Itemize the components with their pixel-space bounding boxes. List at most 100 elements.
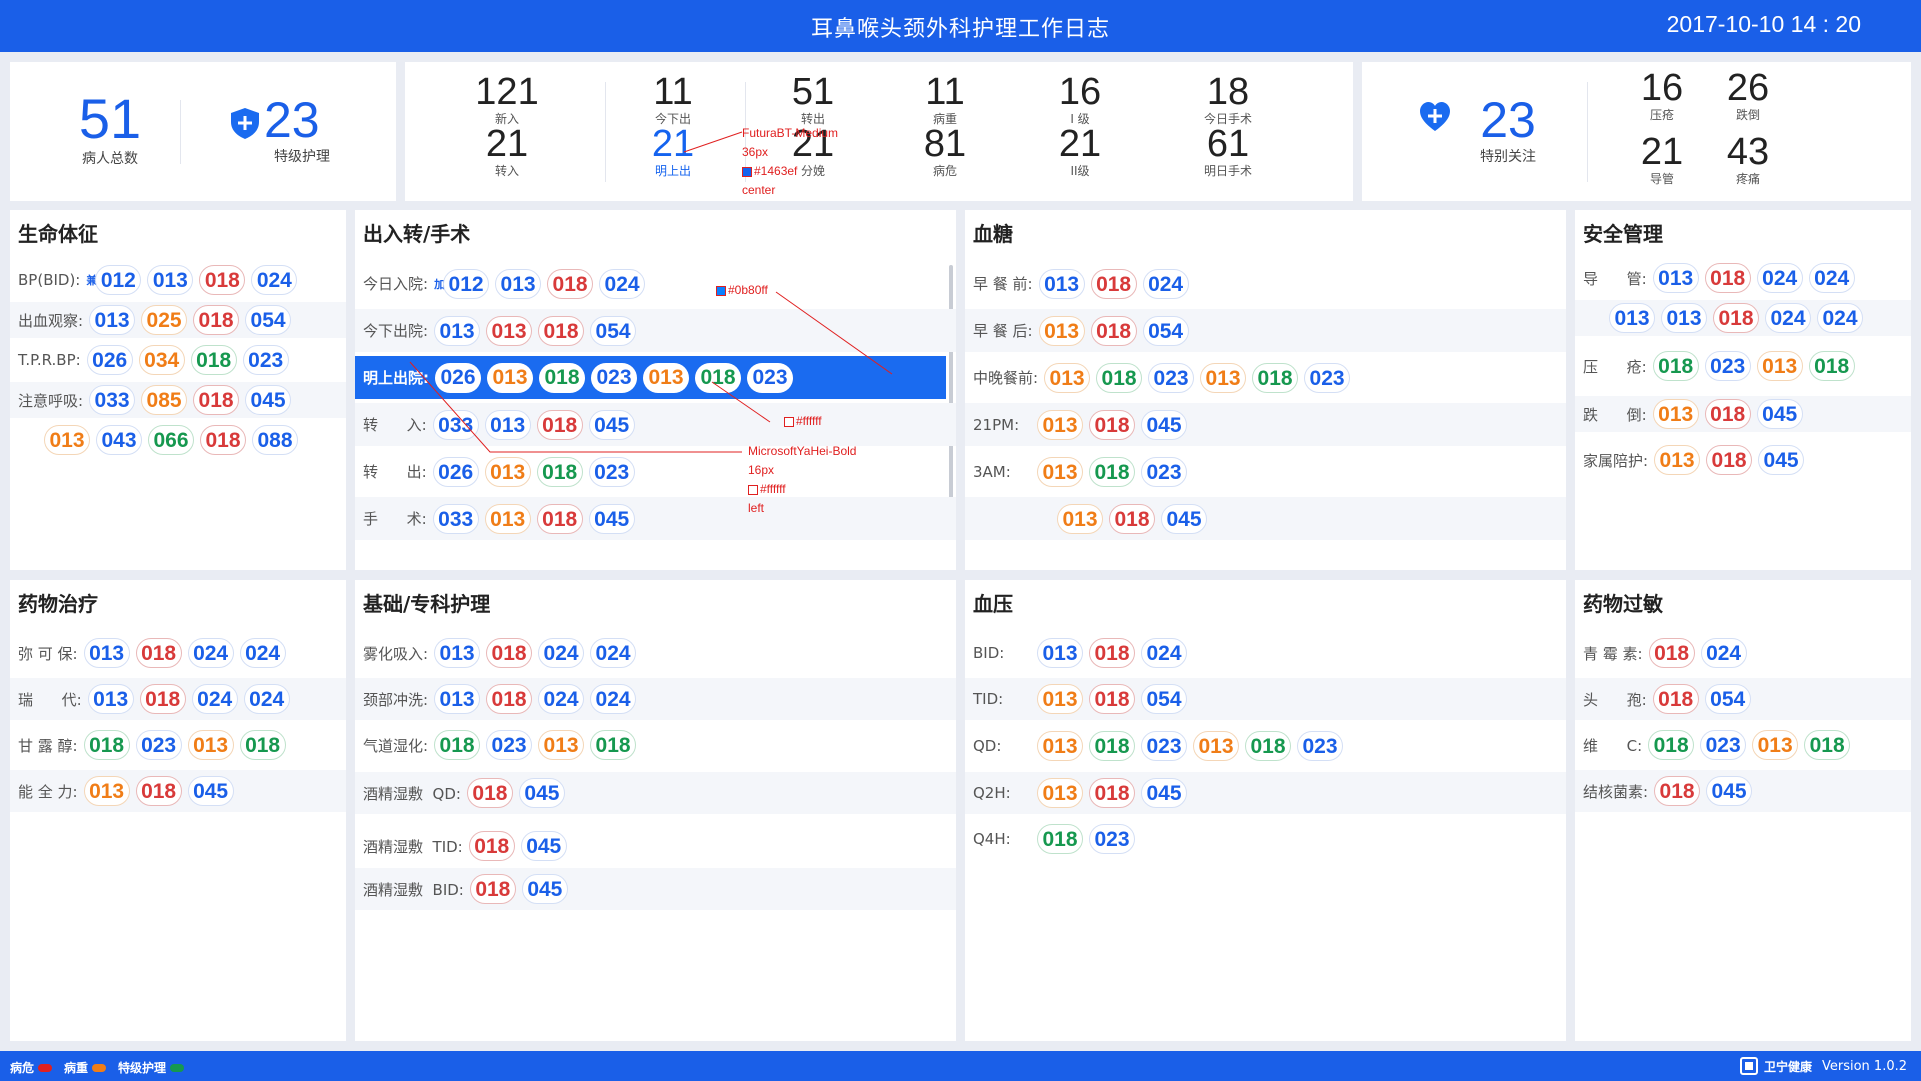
patient-bed-pill[interactable]: 013 <box>87 684 134 714</box>
patient-bed-pill[interactable]: 088 <box>252 425 298 455</box>
patient-bed-pill[interactable]: 018 <box>135 638 182 668</box>
data-row[interactable]: 手 术: 033 013 018 045 <box>355 497 956 540</box>
patient-bed-pill[interactable]: 013 <box>1609 303 1655 333</box>
patient-bed-pill[interactable]: 013 <box>1654 445 1701 475</box>
patient-bed-pill[interactable]: 018 <box>239 730 286 760</box>
data-row[interactable]: Q2H: 013 018 045 <box>965 772 1566 814</box>
patient-bed-pill[interactable]: 018 <box>469 874 516 904</box>
patient-bed-pill[interactable]: 023 <box>1089 824 1135 854</box>
patient-bed-pill[interactable]: 023 <box>1141 456 1187 487</box>
patient-bed-pill[interactable]: 018 <box>1648 638 1695 668</box>
patient-bed-pill[interactable]: 024 <box>1141 638 1187 668</box>
patient-bed-pill[interactable]: 023 <box>242 345 289 375</box>
patient-bed-pill[interactable]: 018 <box>200 425 246 455</box>
patient-bed-pill[interactable]: 013 <box>484 503 531 534</box>
patient-bed-pill[interactable]: 013 <box>1193 731 1239 761</box>
patient-bed-pill[interactable]: 012 <box>95 265 142 295</box>
data-row[interactable]: 颈部冲洗: 013 018 024 024 <box>355 678 956 720</box>
patient-bed-pill[interactable]: 018 <box>590 730 637 760</box>
patient-bed-pill[interactable]: 018 <box>1090 315 1137 346</box>
patient-bed-pill[interactable]: 023 <box>1297 731 1343 761</box>
patient-bed-pill[interactable]: 018 <box>539 362 585 393</box>
patient-bed-pill[interactable]: 013 <box>495 268 542 299</box>
patient-bed-pill[interactable]: 018 <box>434 730 481 760</box>
patient-bed-pill[interactable]: 013 <box>1037 456 1083 487</box>
flow-stat[interactable]: 21 转入 <box>457 124 557 178</box>
risk-stat[interactable]: 16 压疮 <box>1622 68 1702 122</box>
risk-stat[interactable]: 26 跌倒 <box>1708 68 1788 122</box>
patient-bed-pill[interactable]: 018 <box>190 345 237 375</box>
patient-bed-pill[interactable]: 045 <box>1758 445 1805 475</box>
patient-bed-pill[interactable]: 018 <box>486 684 533 714</box>
flow-stat[interactable]: 18 今日手术 <box>1178 72 1278 126</box>
data-row[interactable]: 家属陪护: 013 018 045 <box>1575 442 1911 478</box>
patient-bed-pill[interactable]: 018 <box>1089 684 1135 714</box>
patient-bed-pill[interactable]: 013 <box>1057 503 1103 534</box>
patient-bed-pill[interactable]: 054 <box>1704 684 1751 714</box>
data-row[interactable]: 跌 倒: 013 018 045 <box>1575 396 1911 432</box>
data-row[interactable]: 酒精湿敷 TID: 018 045 <box>355 825 956 867</box>
patient-bed-pill[interactable]: 013 <box>44 425 90 455</box>
patient-bed-pill[interactable]: 033 <box>432 503 479 534</box>
patient-bed-pill[interactable]: 018 <box>1089 456 1135 487</box>
flow-stat[interactable]: 121 新入 <box>457 72 557 126</box>
patient-bed-pill[interactable]: 018 <box>466 778 513 808</box>
patient-bed-pill[interactable]: 024 <box>1765 303 1811 333</box>
patient-bed-pill[interactable]: 018 <box>1652 684 1699 714</box>
patient-bed-pill[interactable]: 013 <box>1037 638 1083 668</box>
data-row[interactable]: 今下出院: 013 013 018 054 <box>355 309 956 352</box>
patient-bed-pill[interactable]: 018 <box>1808 351 1855 381</box>
patient-bed-pill[interactable]: 024 <box>187 638 234 668</box>
patient-bed-pill[interactable]: 013 <box>487 362 533 393</box>
patient-bed-pill[interactable]: 013 <box>434 638 481 668</box>
patient-bed-pill[interactable]: 013 <box>1200 362 1247 393</box>
patient-bed-pill[interactable]: 024 <box>243 684 290 714</box>
patient-bed-pill[interactable]: 013 <box>1037 684 1083 714</box>
patient-bed-pill[interactable]: 018 <box>193 385 240 415</box>
flow-stat[interactable]: 16 I 级 <box>1030 72 1130 126</box>
patient-bed-pill[interactable]: 045 <box>1141 778 1187 808</box>
patient-bed-pill[interactable]: 013 <box>83 776 130 806</box>
patient-bed-pill[interactable]: 018 <box>536 503 583 534</box>
patient-bed-pill[interactable]: 024 <box>1808 263 1855 293</box>
patient-bed-pill[interactable]: 018 <box>1704 263 1751 293</box>
patient-bed-pill[interactable]: 045 <box>187 776 234 806</box>
patient-bed-pill[interactable]: 013 <box>147 265 194 295</box>
data-row[interactable]: 甘 露 醇: 018 023 013 018 <box>10 724 346 766</box>
data-row[interactable]: 弥 可 保: 013 018 024 024 <box>10 632 346 674</box>
patient-bed-pill[interactable]: 045 <box>520 831 567 861</box>
scrollbar[interactable] <box>949 265 953 535</box>
patient-bed-pill[interactable]: 026 <box>435 362 481 393</box>
data-row[interactable]: 早 餐 后: 013 018 054 <box>965 309 1566 352</box>
data-row[interactable]: BID: 013 018 024 <box>965 632 1566 674</box>
patient-bed-pill[interactable]: 013 <box>1044 362 1091 393</box>
patient-bed-pill[interactable]: 085 <box>141 385 188 415</box>
data-row[interactable]: 雾化吸入: 013 018 024 024 <box>355 632 956 674</box>
data-row[interactable]: 头 孢: 018 054 <box>1575 678 1911 720</box>
patient-bed-pill[interactable]: 018 <box>1089 731 1135 761</box>
patient-bed-pill[interactable]: 018 <box>468 831 515 861</box>
patient-bed-pill[interactable]: 026 <box>432 456 479 487</box>
patient-bed-pill[interactable]: 024 <box>1756 263 1803 293</box>
patient-bed-pill[interactable]: 045 <box>588 409 635 440</box>
data-row[interactable]: QD: 013 018 023 013 018 023 <box>965 725 1566 767</box>
patient-bed-pill[interactable]: 018 <box>1109 503 1155 534</box>
patient-bed-pill[interactable]: 013 <box>1756 351 1803 381</box>
data-row[interactable]: 酒精湿敷 QD: 018 045 <box>355 772 956 814</box>
data-row[interactable]: 瑞 代: 013 018 024 024 <box>10 678 346 720</box>
patient-bed-pill[interactable]: 023 <box>588 456 635 487</box>
patient-bed-pill[interactable]: 024 <box>538 638 585 668</box>
patient-bed-pill[interactable]: 054 <box>1142 315 1189 346</box>
patient-bed-pill[interactable]: 023 <box>1304 362 1351 393</box>
patient-bed-pill[interactable]: 018 <box>1037 824 1083 854</box>
patient-bed-pill[interactable]: 013 <box>434 315 481 346</box>
patient-bed-pill[interactable]: 018 <box>547 268 594 299</box>
patient-bed-pill[interactable]: 018 <box>695 362 741 393</box>
flow-stat[interactable]: 51 转出 <box>763 72 863 126</box>
data-row[interactable]: 转 出: 026 013 018 023 <box>355 450 956 493</box>
patient-bed-pill[interactable]: 013 <box>538 730 585 760</box>
data-row[interactable]: 青 霉 素: 018 024 <box>1575 632 1911 674</box>
patient-bed-pill[interactable]: 023 <box>1148 362 1195 393</box>
patient-bed-pill[interactable]: 013 <box>1661 303 1707 333</box>
patient-bed-pill[interactable]: 033 <box>89 385 136 415</box>
